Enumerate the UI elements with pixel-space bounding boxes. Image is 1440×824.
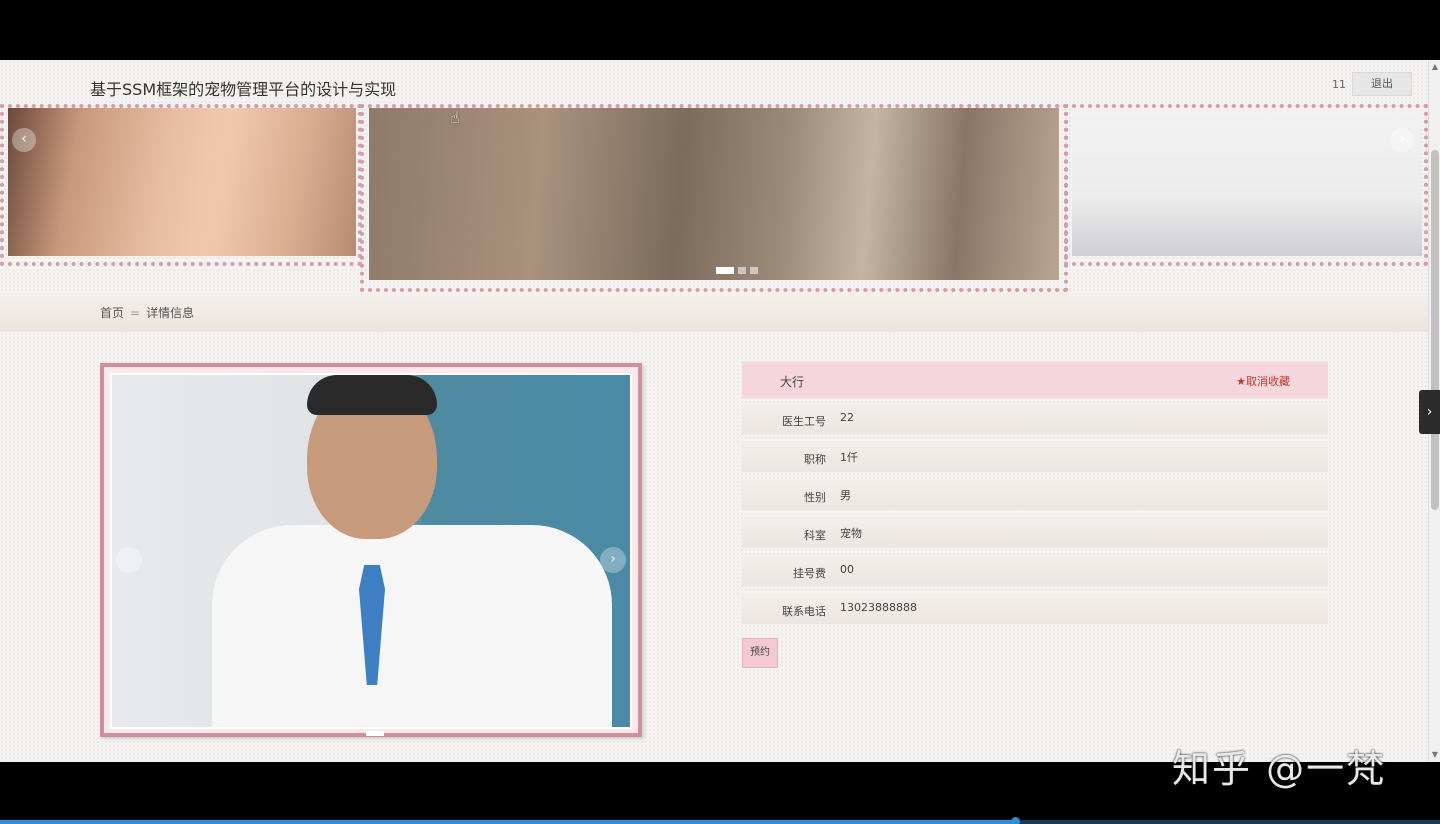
field-label: 挂号费 bbox=[793, 567, 826, 580]
doctor-photo: ‹ › bbox=[110, 373, 632, 729]
hair bbox=[307, 375, 437, 415]
doctor-name: 大行 bbox=[780, 375, 805, 389]
site-title: 基于SSM框架的宠物管理平台的设计与实现 bbox=[90, 80, 397, 99]
detail-row: 科室 宠物 bbox=[742, 518, 1328, 548]
video-progress-fill bbox=[0, 820, 1016, 824]
detail-row: 医生工号 22 bbox=[742, 404, 1328, 434]
breadcrumb-separator: = bbox=[130, 306, 141, 320]
field-label: 科室 bbox=[804, 529, 826, 542]
user-name: 11 bbox=[1332, 78, 1346, 91]
breadcrumb-bar bbox=[0, 292, 1428, 332]
video-progress-bar[interactable] bbox=[0, 817, 1440, 824]
cat-image bbox=[8, 108, 356, 256]
carousel-slide-center[interactable] bbox=[360, 104, 1068, 292]
page: 基于SSM框架的宠物管理平台的设计与实现 11 退出 ‹ › 首页 = 详情信息 ‹… bbox=[0, 60, 1428, 762]
carousel-prev-arrow[interactable]: ‹ bbox=[12, 128, 36, 152]
carousel-slide-left[interactable] bbox=[0, 104, 362, 266]
field-value: 1仟 bbox=[840, 451, 858, 464]
field-value: 13023888888 bbox=[840, 601, 917, 614]
doctor-photo-frame: ‹ › bbox=[100, 363, 642, 737]
video-top-letterbox bbox=[0, 0, 1440, 60]
carousel-next-arrow[interactable]: › bbox=[1390, 128, 1414, 152]
video-progress-knob[interactable] bbox=[1011, 817, 1021, 824]
field-label: 性别 bbox=[804, 491, 826, 504]
carousel-dot-3[interactable] bbox=[750, 267, 758, 274]
watermark: 知乎 @一梵 bbox=[1172, 747, 1387, 791]
carousel-indicators bbox=[716, 259, 762, 278]
carousel-slide-right[interactable] bbox=[1064, 104, 1428, 266]
scroll-down-arrow-icon[interactable]: ▼ bbox=[1431, 750, 1439, 760]
side-panel-toggle[interactable]: › bbox=[1419, 390, 1440, 434]
mouse-cursor-icon: ☝ bbox=[450, 108, 460, 127]
kittens-image bbox=[1072, 108, 1422, 256]
kitten-image bbox=[369, 108, 1059, 280]
photo-next-arrow[interactable]: › bbox=[600, 547, 626, 573]
appointment-button[interactable]: 预约 bbox=[742, 638, 778, 668]
field-label: 医生工号 bbox=[782, 415, 826, 428]
white-coat bbox=[212, 525, 612, 727]
detail-row: 性别 男 bbox=[742, 480, 1328, 510]
detail-header: 大行 ★取消收藏 bbox=[742, 362, 1328, 398]
carousel-dot-1[interactable] bbox=[716, 267, 734, 274]
detail-row: 联系电话 13023888888 bbox=[742, 594, 1328, 624]
scrollbar-thumb[interactable] bbox=[1431, 150, 1439, 510]
field-value: 宠物 bbox=[840, 527, 862, 540]
field-value: 男 bbox=[840, 489, 851, 502]
breadcrumb-home[interactable]: 首页 bbox=[100, 306, 124, 320]
detail-row: 职称 1仟 bbox=[742, 442, 1328, 472]
breadcrumb-current: 详情信息 bbox=[146, 306, 195, 320]
breadcrumb: 首页 = 详情信息 bbox=[100, 304, 194, 321]
field-label: 联系电话 bbox=[782, 605, 826, 618]
photo-prev-arrow[interactable]: ‹ bbox=[116, 547, 142, 573]
field-label: 职称 bbox=[804, 453, 826, 466]
field-value: 22 bbox=[840, 411, 854, 424]
photo-indicator[interactable] bbox=[366, 731, 384, 736]
carousel-dot-2[interactable] bbox=[738, 267, 746, 274]
field-value: 00 bbox=[840, 563, 854, 576]
unfavorite-button[interactable]: ★取消收藏 bbox=[1236, 373, 1290, 389]
logout-button[interactable]: 退出 bbox=[1352, 72, 1412, 96]
scroll-up-arrow-icon[interactable]: ▲ bbox=[1431, 62, 1439, 72]
detail-row: 挂号费 00 bbox=[742, 556, 1328, 586]
